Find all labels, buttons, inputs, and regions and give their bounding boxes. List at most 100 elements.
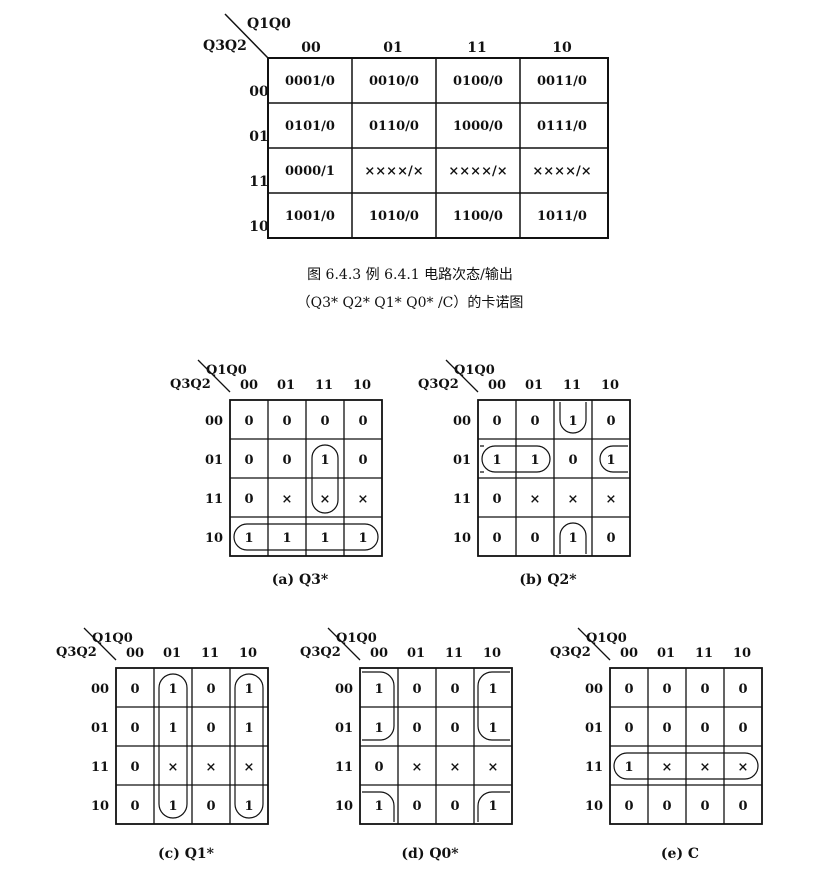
main-cell: ××××/× [532, 164, 591, 179]
kmap-c-cell: 1 [168, 721, 177, 736]
kmap-e-cell: 0 [738, 682, 747, 697]
main-col-header: 11 [467, 40, 486, 56]
kmap-b-cell: 1 [530, 453, 539, 468]
kmap-d-cell: 1 [488, 799, 497, 814]
main-cell: ××××/× [448, 164, 507, 179]
kmap-b-row-header: 11 [453, 492, 471, 507]
kmap-d-col-header: 00 [370, 646, 388, 661]
kmap-b-cell: × [530, 492, 541, 507]
kmap-a-col-header: 01 [277, 378, 295, 393]
kmap-c-cell: 0 [206, 682, 215, 697]
kmap-d-col-header: 11 [445, 646, 463, 661]
kmap-a-cell: 0 [282, 453, 291, 468]
main-cell: 1011/0 [537, 209, 587, 224]
main-cell: 1010/0 [369, 209, 419, 224]
kmap-c-cell: 1 [244, 721, 253, 736]
kmap-d-cell: 1 [488, 682, 497, 697]
figure-caption-line2: （Q3* Q2* Q1* Q0* /C）的卡诺图 [296, 295, 524, 311]
kmap-c-col-header: 01 [163, 646, 181, 661]
kmap-a-cell: 1 [244, 531, 253, 546]
kmap-e-cell: 0 [700, 799, 709, 814]
kmap-d-col-header: 01 [407, 646, 425, 661]
kmap-e-cell: × [738, 760, 749, 775]
kmap-d-cell: 0 [412, 682, 421, 697]
kmap-b-cell: 0 [606, 531, 615, 546]
kmap-a-col-header: 11 [315, 378, 333, 393]
kmap-b-cell: 0 [530, 531, 539, 546]
kmap-b-row-header: 01 [453, 453, 471, 468]
kmap-b-col-header: 01 [525, 378, 543, 393]
kmap-c-cell: 1 [244, 682, 253, 697]
kmap-e-cell: 0 [738, 721, 747, 736]
kmap-a-cell: 0 [282, 414, 291, 429]
kmap-d-cell: 0 [450, 682, 459, 697]
kmap-c-row-header: 00 [91, 682, 109, 697]
kmap-a-cell: 0 [320, 414, 329, 429]
kmap-a-cell: 0 [244, 453, 253, 468]
kmap-e-row-header: 00 [585, 682, 603, 697]
kmap-b-cell: × [606, 492, 617, 507]
kmap-d-row-header: 11 [335, 760, 353, 775]
main-map-row-var: Q3Q2 [203, 38, 247, 54]
main-row-header: 10 [249, 219, 269, 235]
main-row-header: 01 [249, 129, 268, 145]
kmap-e-label: (e) C [660, 846, 700, 862]
kmap-d-cell: 0 [374, 760, 383, 775]
main-cell: 1100/0 [453, 209, 503, 224]
kmap-e-cell: 0 [700, 721, 709, 736]
kmap-d-col-var: Q1Q0 [336, 631, 377, 646]
kmap-d-cell: 0 [450, 799, 459, 814]
kmap-a-cell: 1 [358, 531, 367, 546]
kmap-c-row-header: 01 [91, 721, 109, 736]
kmap-d-cell: × [450, 760, 461, 775]
kmap-c-row-var: Q3Q2 [56, 645, 97, 660]
main-col-header: 01 [383, 40, 402, 56]
main-karnaugh-map: Q1Q0 Q3Q2 00 01 11 10 00 01 11 10 0001/0… [203, 13, 609, 239]
kmap-b-cell: 1 [568, 414, 577, 429]
kmap-a-row-header: 11 [205, 492, 223, 507]
main-col-header: 10 [552, 40, 572, 56]
kmap-b-cell: 0 [530, 414, 539, 429]
main-cell: 0000/1 [285, 164, 335, 179]
kmap-e-cell: × [700, 760, 711, 775]
kmap-d-row-var: Q3Q2 [300, 645, 341, 660]
kmap-b-cell: 1 [568, 531, 577, 546]
kmap-a-cell: × [282, 492, 293, 507]
kmap-e-cell: 0 [624, 799, 633, 814]
kmap-b-cell: 1 [606, 453, 615, 468]
kmap-e-cell: 0 [624, 682, 633, 697]
kmap-c-row-header: 10 [91, 799, 109, 814]
main-cell: 0001/0 [285, 74, 335, 89]
kmap-c-cell: × [168, 760, 179, 775]
kmap-b-cell: 0 [492, 492, 501, 507]
main-cell: 0010/0 [369, 74, 419, 89]
kmap-a-col-header: 00 [240, 378, 258, 393]
kmap-e-row-var: Q3Q2 [550, 645, 591, 660]
kmap-a-col-header: 10 [353, 378, 371, 393]
kmap-d-cell: × [412, 760, 423, 775]
kmap-c-cell: 1 [168, 799, 177, 814]
kmap-d-row-header: 10 [335, 799, 353, 814]
kmap-e-col-header: 00 [620, 646, 638, 661]
kmap-c-col-header: 00 [126, 646, 144, 661]
kmap-b-col-header: 10 [601, 378, 619, 393]
kmap-e-cell: 0 [624, 721, 633, 736]
main-cell: 0100/0 [453, 74, 503, 89]
kmap-b-label: (b) Q2* [519, 572, 577, 588]
figure-caption-line1: 图 6.4.3 例 6.4.1 电路次态/输出 [307, 267, 513, 283]
kmap-d-label: (d) Q0* [401, 846, 459, 862]
main-cell: ××××/× [364, 164, 423, 179]
kmap-b: Q1Q0 Q3Q2 00 01 11 10 00 01 11 10 0 0 1 … [418, 359, 631, 557]
kmap-e-col-header: 01 [657, 646, 675, 661]
kmap-e-col-var: Q1Q0 [586, 631, 627, 646]
kmap-a-cell: 0 [358, 414, 367, 429]
main-cell: 0111/0 [537, 119, 587, 134]
kmap-d: Q1Q0 Q3Q2 00 01 11 10 00 01 11 10 1 0 0 … [300, 627, 513, 825]
kmap-d-row-header: 01 [335, 721, 353, 736]
kmap-c-cell: 0 [130, 682, 139, 697]
main-cell: 0011/0 [537, 74, 587, 89]
kmap-b-cell: 0 [568, 453, 577, 468]
kmap-d-cell: 1 [374, 799, 383, 814]
main-map-col-var: Q1Q0 [247, 16, 291, 32]
kmap-c-label: (c) Q1* [158, 846, 214, 862]
